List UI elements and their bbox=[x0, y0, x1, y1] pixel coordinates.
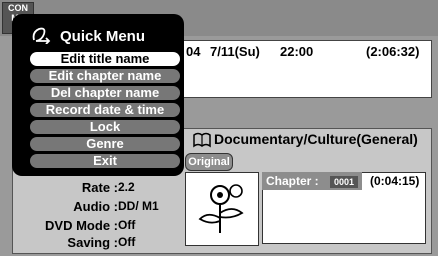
menu-item-del-chapter-name[interactable]: Del chapter name bbox=[30, 86, 180, 100]
title-time: 22:00 bbox=[280, 44, 314, 59]
title-duration: (2:06:32) bbox=[366, 44, 420, 59]
thumbnail bbox=[185, 172, 259, 246]
saving-value: Off bbox=[118, 235, 136, 249]
title-date: 7/11(Su) bbox=[210, 44, 260, 59]
title-row-prefix: 04 bbox=[186, 44, 201, 59]
quick-menu-title: Quick Menu bbox=[60, 28, 146, 45]
rate-value: 2.2 bbox=[118, 180, 135, 194]
menu-item-genre[interactable]: Genre bbox=[30, 137, 180, 151]
menu-item-record-date-time[interactable]: Record date & time bbox=[30, 103, 180, 117]
audio-value: DD/ M1 bbox=[118, 199, 159, 213]
audio-label: Audio : bbox=[73, 199, 118, 214]
rate-label: Rate : bbox=[81, 180, 118, 195]
dvd-mode-label: DVD Mode : bbox=[45, 218, 118, 233]
menu-item-lock[interactable]: Lock bbox=[30, 120, 180, 134]
flower-icon bbox=[198, 184, 244, 233]
menu-item-exit[interactable]: Exit bbox=[30, 154, 180, 168]
quick-menu-icon bbox=[30, 26, 56, 49]
menu-item-edit-title-name[interactable]: Edit title name bbox=[30, 52, 180, 66]
saving-label: Saving : bbox=[67, 235, 118, 250]
chapter-number: 0001 bbox=[330, 176, 358, 188]
tab-original[interactable]: Original bbox=[185, 153, 233, 171]
book-icon bbox=[193, 132, 211, 153]
dvd-mode-value: Off bbox=[118, 218, 136, 232]
genre-text: Documentary/Culture(General) bbox=[214, 131, 418, 147]
chapter-label: Chapter : bbox=[266, 174, 319, 188]
menu-item-edit-chapter-name[interactable]: Edit chapter name bbox=[30, 69, 180, 83]
chapter-time: (0:04:15) bbox=[370, 174, 420, 188]
